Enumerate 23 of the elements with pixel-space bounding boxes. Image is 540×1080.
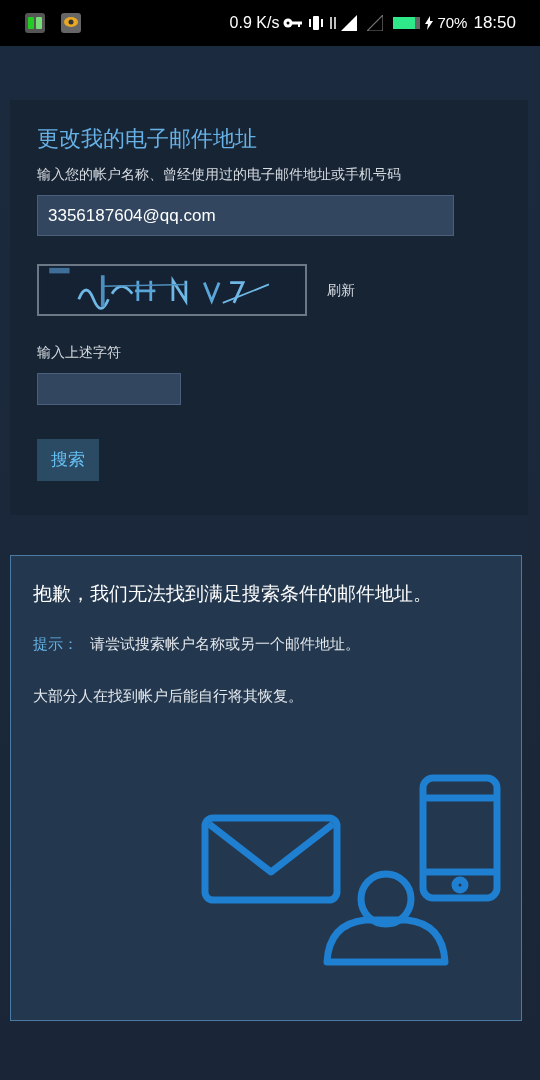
battery-level: 70%: [437, 12, 468, 33]
signal-icon: [367, 15, 384, 31]
charging-icon: [425, 16, 434, 30]
key-icon: [283, 17, 304, 29]
network-speed: 0.9 K/s: [229, 13, 280, 33]
search-button[interactable]: 搜索: [37, 439, 99, 481]
data-icon: [329, 15, 338, 31]
refresh-link[interactable]: 刷新: [327, 279, 355, 301]
form-title: 更改我的电子邮件地址: [37, 125, 258, 153]
signal-icon: [341, 15, 358, 31]
account-field[interactable]: 3356187604@qq.com: [37, 195, 454, 236]
battery-icon: [393, 16, 422, 30]
app-icon: [24, 12, 46, 34]
field-label: 输入上述字符: [37, 343, 122, 362]
hint-text: 请尝试搜索帐户名称或另一个邮件地址。: [90, 634, 360, 654]
app-icon: [60, 12, 82, 34]
recovery-note: 大部分人在找到帐户后能自行将其恢复。: [33, 686, 304, 706]
result-title: 抱歉，我们无法找到满足搜索条件的邮件地址。: [33, 582, 433, 606]
clock: 18:50: [473, 12, 516, 35]
vibrate-icon: [307, 15, 326, 31]
hint-label: 提示：: [33, 634, 78, 654]
captcha-field[interactable]: [37, 373, 181, 405]
field-label: 输入您的帐户名称、曾经使用过的电子邮件地址或手机号码: [37, 165, 402, 184]
